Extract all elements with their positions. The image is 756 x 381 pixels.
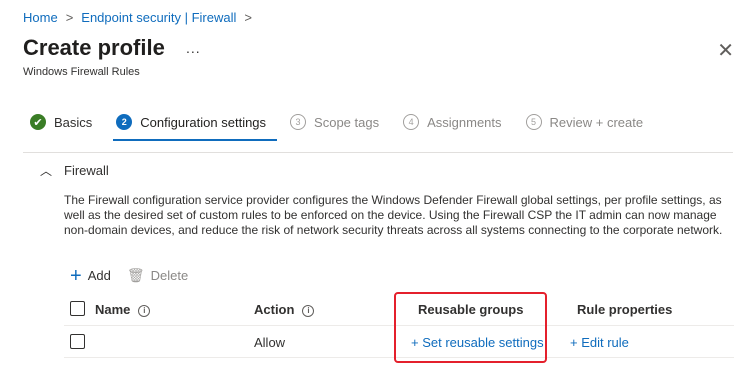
plus-icon: +: [70, 264, 82, 287]
active-step-indicator: [113, 139, 277, 141]
info-icon[interactable]: i: [138, 304, 151, 317]
step-basics[interactable]: ✔ Basics: [30, 114, 92, 130]
select-all-checkbox[interactable]: [70, 301, 85, 316]
delete-label: Delete: [150, 268, 189, 283]
rules-toolbar: + Add 🗑 Delete: [70, 264, 204, 287]
divider: [23, 152, 733, 153]
info-icon[interactable]: i: [302, 304, 315, 317]
wizard-steps: ✔ Basics 2 Configuration settings 3 Scop…: [30, 114, 667, 130]
step-number-icon: 4: [403, 114, 420, 130]
edit-rule-link[interactable]: + Edit rule: [570, 335, 629, 350]
row-action: Allow: [254, 335, 286, 350]
column-header-name[interactable]: Name i: [95, 302, 151, 317]
highlight-box: [394, 292, 547, 363]
checkmark-icon: ✔: [30, 114, 46, 130]
page-subtitle: Windows Firewall Rules: [23, 66, 140, 78]
breadcrumb-home[interactable]: Home: [23, 10, 58, 25]
column-header-action[interactable]: Action i: [254, 302, 315, 317]
step-assignments[interactable]: 4 Assignments: [403, 114, 502, 130]
step-label: Basics: [54, 114, 93, 130]
step-label: Review + create: [549, 114, 644, 130]
step-number-icon: 2: [116, 114, 133, 130]
section-title: Firewall: [64, 163, 109, 178]
chevron-up-icon: ︿: [40, 164, 53, 178]
more-options-button[interactable]: ...: [186, 40, 201, 56]
delete-button[interactable]: 🗑 Delete: [127, 267, 188, 284]
page-title: Create profile: [23, 35, 165, 60]
step-label: Scope tags: [314, 114, 380, 130]
breadcrumb: Home > Endpoint security | Firewall >: [23, 10, 252, 25]
trash-icon: 🗑: [126, 267, 145, 283]
step-scope-tags[interactable]: 3 Scope tags: [290, 114, 379, 130]
column-header-rule-properties: Rule properties: [577, 302, 673, 317]
step-number-icon: 5: [525, 114, 542, 130]
step-label: Assignments: [427, 114, 502, 130]
add-label: Add: [87, 268, 111, 283]
close-icon[interactable]: ✕: [717, 38, 734, 63]
step-label: Configuration settings: [140, 114, 267, 130]
breadcrumb-endpoint-security-firewall[interactable]: Endpoint security | Firewall: [81, 10, 236, 25]
add-button[interactable]: + Add: [70, 264, 111, 287]
breadcrumb-separator: >: [65, 10, 74, 25]
row-checkbox[interactable]: [70, 334, 85, 349]
step-review-create[interactable]: 5 Review + create: [525, 114, 644, 130]
column-header-label: Action: [254, 302, 295, 317]
step-configuration-settings[interactable]: 2 Configuration settings: [116, 114, 266, 130]
column-header-label: Name: [95, 302, 131, 317]
step-number-icon: 3: [290, 114, 307, 130]
section-description: The Firewall configuration service provi…: [64, 193, 723, 237]
breadcrumb-separator: >: [244, 10, 252, 25]
firewall-section-toggle[interactable]: ︿ Firewall: [40, 162, 109, 179]
